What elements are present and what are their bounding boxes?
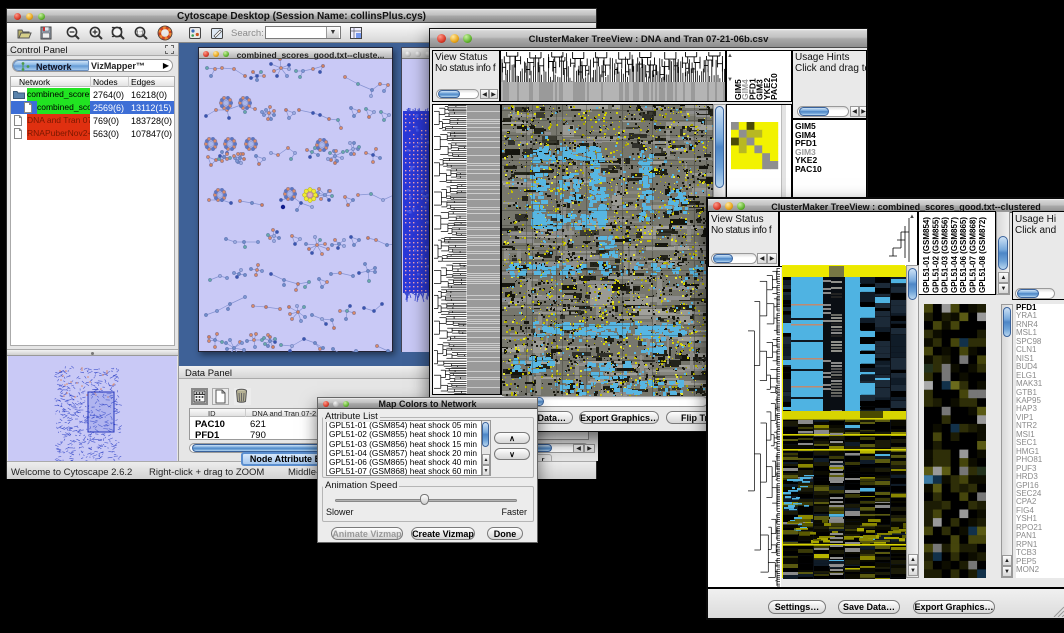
- svg-text:PAC10: PAC10: [769, 73, 779, 100]
- svg-text:GPL51-07 (GSM868): GPL51-07 (GSM868): [969, 217, 978, 293]
- svg-text:GPL51-02 (GSM855): GPL51-02 (GSM855): [931, 217, 940, 293]
- svg-text:GPL51-04 (GSM857): GPL51-04 (GSM857): [950, 217, 959, 293]
- svg-text:GPL51-03 (GSM856): GPL51-03 (GSM856): [941, 217, 950, 293]
- svg-text:GPL51-01 (GSM854): GPL51-01 (GSM854): [922, 217, 931, 293]
- svg-text:GPL51-06 (GSM865): GPL51-06 (GSM865): [959, 217, 968, 293]
- svg-text:1:1: 1:1: [136, 30, 144, 36]
- svg-text:GPL51-08 (GSM872): GPL51-08 (GSM872): [978, 217, 987, 293]
